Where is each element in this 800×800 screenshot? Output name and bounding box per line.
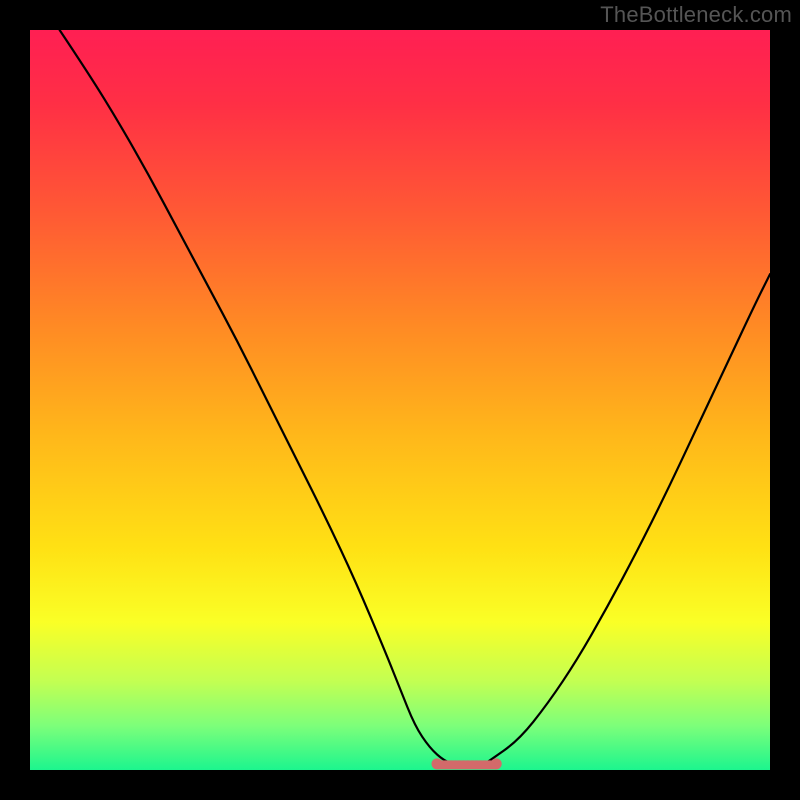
watermark-text: TheBottleneck.com: [600, 2, 792, 28]
chart-plot: [30, 30, 770, 770]
chart-svg: [30, 30, 770, 770]
app-frame: TheBottleneck.com: [0, 0, 800, 800]
chart-background-gradient: [30, 30, 770, 770]
highlight-end-left: [432, 758, 443, 769]
highlight-end-right: [491, 758, 502, 769]
